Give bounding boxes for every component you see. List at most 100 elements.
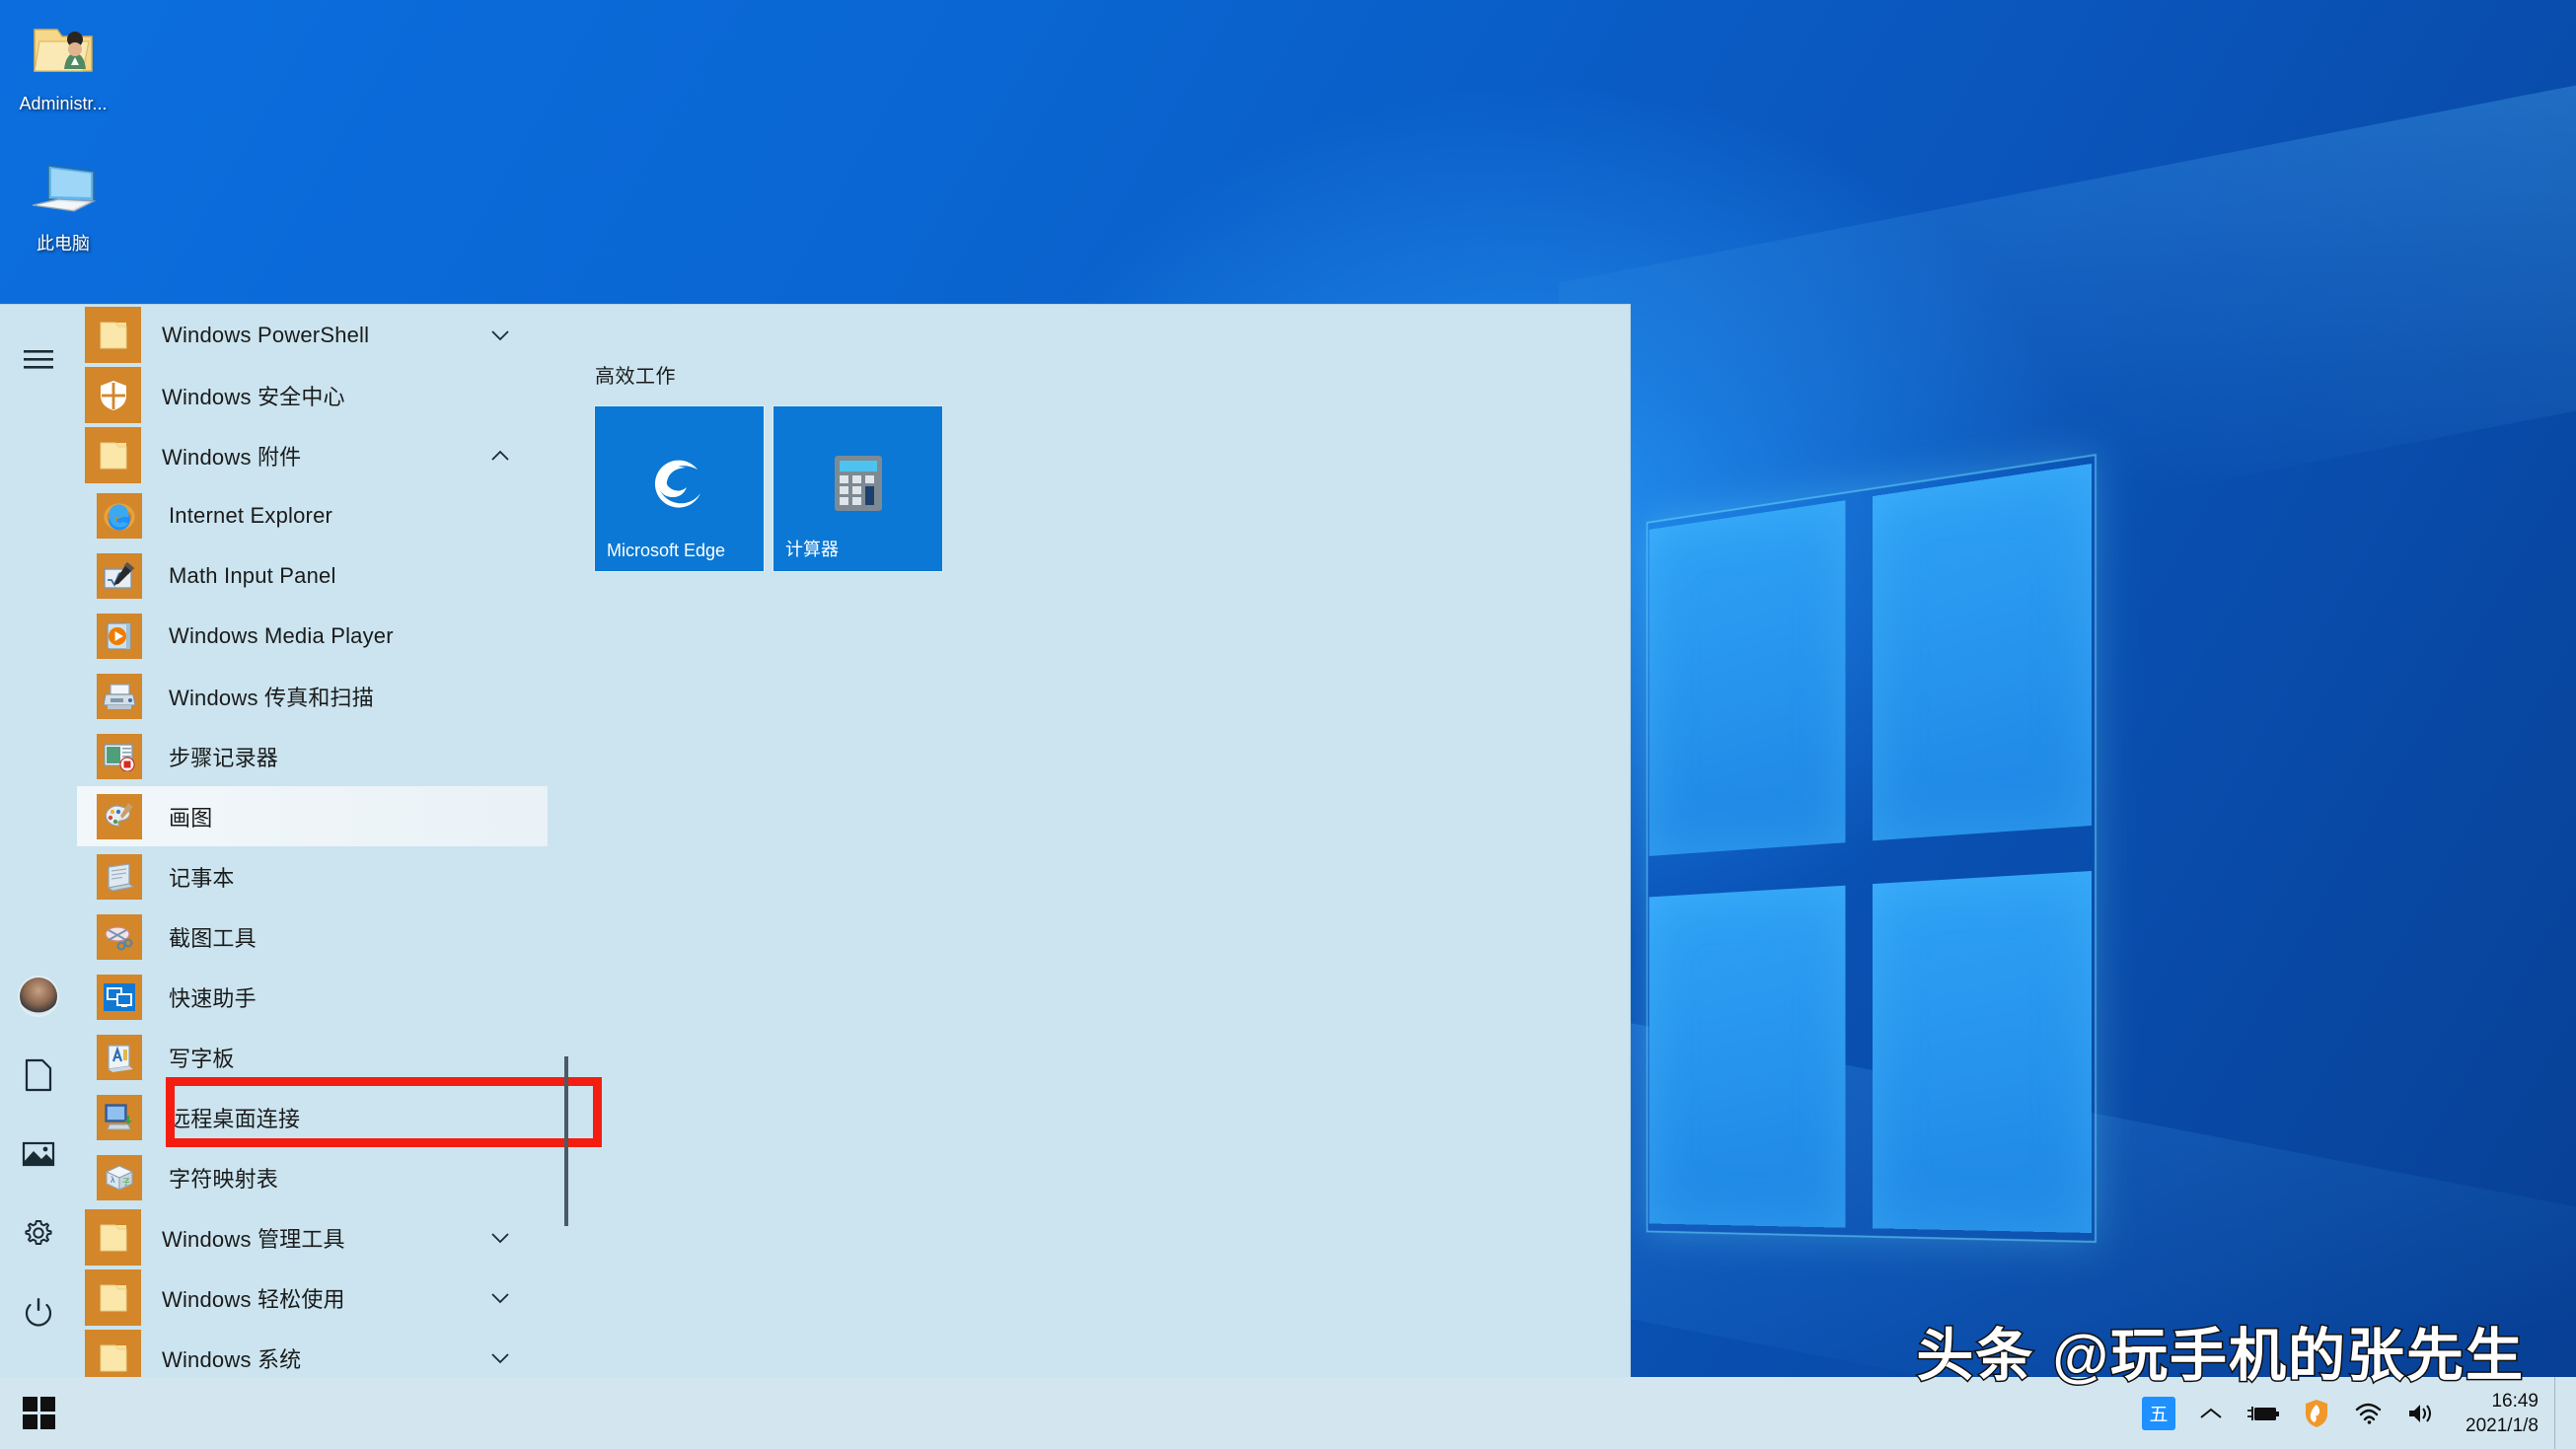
- svg-text:子: 子: [122, 1178, 130, 1187]
- tile-group-title: 高效工作: [595, 360, 1630, 389]
- ime-icon: 五: [2142, 1397, 2175, 1430]
- app-list-item-label: Windows Media Player: [169, 623, 394, 649]
- ie-icon: [97, 493, 142, 539]
- start-menu-left-rail: [0, 305, 77, 1377]
- start-menu-app-list[interactable]: Windows PowerShell Windows 安全中心 Windows …: [77, 305, 548, 1377]
- pictures-icon[interactable]: [0, 1116, 77, 1193]
- tile-microsoft-edge[interactable]: Microsoft Edge: [595, 406, 764, 571]
- snipping-tool-icon: [97, 914, 142, 960]
- app-list-item-label: 远程桌面连接: [169, 1102, 300, 1133]
- app-list-item-label: Windows 安全中心: [162, 380, 345, 411]
- app-list-item-internet-explorer[interactable]: Internet Explorer: [77, 485, 548, 545]
- tile-label: 计算器: [785, 536, 839, 561]
- document-icon[interactable]: [0, 1037, 77, 1114]
- remote-desktop-icon: [97, 1095, 142, 1140]
- app-list-item-windows-administrative-tools[interactable]: Windows 管理工具: [77, 1207, 548, 1268]
- app-list-item-windows-accessories[interactable]: Windows 附件: [77, 425, 548, 485]
- svg-text:λ: λ: [110, 1175, 115, 1185]
- app-list-item-label: 画图: [169, 801, 212, 833]
- chevron-down-icon[interactable]: [490, 1292, 510, 1304]
- taskbar[interactable]: 五: [0, 1377, 2576, 1449]
- paint-icon: [97, 794, 142, 839]
- app-list-item-snipping-tool[interactable]: 截图工具: [77, 906, 548, 967]
- flame-shield-icon: [2304, 1399, 2329, 1428]
- app-list-item-paint[interactable]: 画图: [77, 786, 548, 846]
- app-list-item-label: Windows PowerShell: [162, 323, 369, 348]
- app-list-item-remote-desktop-connection[interactable]: 远程桌面连接: [77, 1087, 548, 1147]
- calculator-icon: [773, 450, 942, 519]
- app-list-item-math-input-panel[interactable]: Math Input Panel: [77, 545, 548, 606]
- app-list-item-label: 写字板: [169, 1042, 235, 1073]
- app-list-item-label: Internet Explorer: [169, 503, 332, 529]
- app-list-item-label: Math Input Panel: [169, 563, 336, 589]
- app-list-item-wordpad[interactable]: 写字板: [77, 1027, 548, 1087]
- app-list-item-label: 字符映射表: [169, 1162, 278, 1194]
- fax-scan-icon: [97, 674, 142, 719]
- desktop-icon-label: Administr...: [0, 93, 126, 114]
- start-menu[interactable]: Windows PowerShell Windows 安全中心 Windows …: [0, 304, 1631, 1377]
- edge-icon: [595, 450, 764, 519]
- media-player-icon: [97, 614, 142, 659]
- tray-network[interactable]: [2341, 1377, 2394, 1449]
- shield-icon: [85, 367, 141, 423]
- tile-calculator[interactable]: 计算器: [773, 406, 942, 571]
- app-list-item-label: Windows 系统: [162, 1342, 301, 1374]
- app-list-item-windows-fax-and-scan[interactable]: Windows 传真和扫描: [77, 666, 548, 726]
- app-list-item-label: 步骤记录器: [169, 741, 278, 772]
- tile-group: Microsoft Edge: [595, 406, 1630, 571]
- character-map-icon: λ 子: [97, 1155, 142, 1200]
- app-list-item-quick-assist[interactable]: 快速助手: [77, 967, 548, 1027]
- clock-time: 16:49: [2491, 1389, 2539, 1413]
- tray-show-hidden-icons[interactable]: [2187, 1377, 2235, 1449]
- tray-volume[interactable]: [2394, 1377, 2448, 1449]
- chevron-down-icon[interactable]: [490, 1352, 510, 1364]
- taskbar-clock[interactable]: 16:49 2021/1/8: [2448, 1377, 2554, 1449]
- app-list-item-character-map[interactable]: λ 子 字符映射表: [77, 1147, 548, 1207]
- system-tray[interactable]: 五: [2130, 1377, 2576, 1449]
- app-list-item-label: Windows 传真和扫描: [169, 681, 374, 712]
- power-icon[interactable]: [0, 1273, 77, 1350]
- start-button[interactable]: [0, 1377, 77, 1449]
- show-desktop-button[interactable]: [2554, 1377, 2568, 1449]
- app-list-item-windows-security[interactable]: Windows 安全中心: [77, 365, 548, 425]
- folder-icon: [85, 427, 141, 483]
- app-list-item-notepad[interactable]: 记事本: [77, 846, 548, 906]
- app-list-item-windows-media-player[interactable]: Windows Media Player: [77, 606, 548, 666]
- chevron-up-icon[interactable]: [490, 450, 510, 462]
- math-panel-icon: [97, 553, 142, 599]
- app-list-item-label: Windows 管理工具: [162, 1222, 345, 1254]
- clock-date: 2021/1/8: [2466, 1413, 2539, 1438]
- user-folder-icon: [0, 8, 126, 89]
- app-list-item-windows-ease-of-access[interactable]: Windows 轻松使用: [77, 1268, 548, 1328]
- wordpad-icon: [97, 1035, 142, 1080]
- wifi-icon: [2353, 1402, 2383, 1425]
- start-menu-tiles-panel[interactable]: 高效工作 Microsoft Edge: [548, 305, 1630, 1377]
- desktop-icon-administrator[interactable]: Administr...: [0, 8, 126, 114]
- app-list-item-windows-powershell[interactable]: Windows PowerShell: [77, 305, 548, 365]
- app-list-item-steps-recorder[interactable]: 步骤记录器: [77, 726, 548, 786]
- gear-icon[interactable]: [0, 1195, 77, 1271]
- chevron-down-icon[interactable]: [490, 329, 510, 341]
- folder-icon: [85, 307, 141, 363]
- app-list-item-label: 快速助手: [169, 981, 257, 1013]
- desktop-icon-this-pc[interactable]: 此电脑: [0, 148, 126, 254]
- chevron-down-icon[interactable]: [490, 1232, 510, 1244]
- hamburger-icon[interactable]: [0, 321, 77, 398]
- avatar[interactable]: [0, 958, 77, 1035]
- quick-assist-icon: [97, 975, 142, 1020]
- app-list-item-label: Windows 轻松使用: [162, 1282, 345, 1314]
- folder-icon: [85, 1209, 141, 1266]
- tile-label: Microsoft Edge: [607, 541, 725, 561]
- tray-security[interactable]: [2292, 1377, 2341, 1449]
- chevron-up-icon: [2199, 1407, 2223, 1420]
- steps-recorder-icon: [97, 734, 142, 779]
- tray-battery[interactable]: [2235, 1377, 2292, 1449]
- folder-icon: [85, 1269, 141, 1326]
- wallpaper-windows-logo: [1649, 464, 2092, 1233]
- app-list-item-label: 截图工具: [169, 921, 257, 953]
- desktop-icon-label: 此电脑: [0, 233, 126, 254]
- notepad-icon: [97, 854, 142, 900]
- battery-charging-icon: [2246, 1403, 2280, 1424]
- tray-ime-indicator[interactable]: 五: [2130, 1377, 2187, 1449]
- app-list-item-label: Windows 附件: [162, 440, 301, 471]
